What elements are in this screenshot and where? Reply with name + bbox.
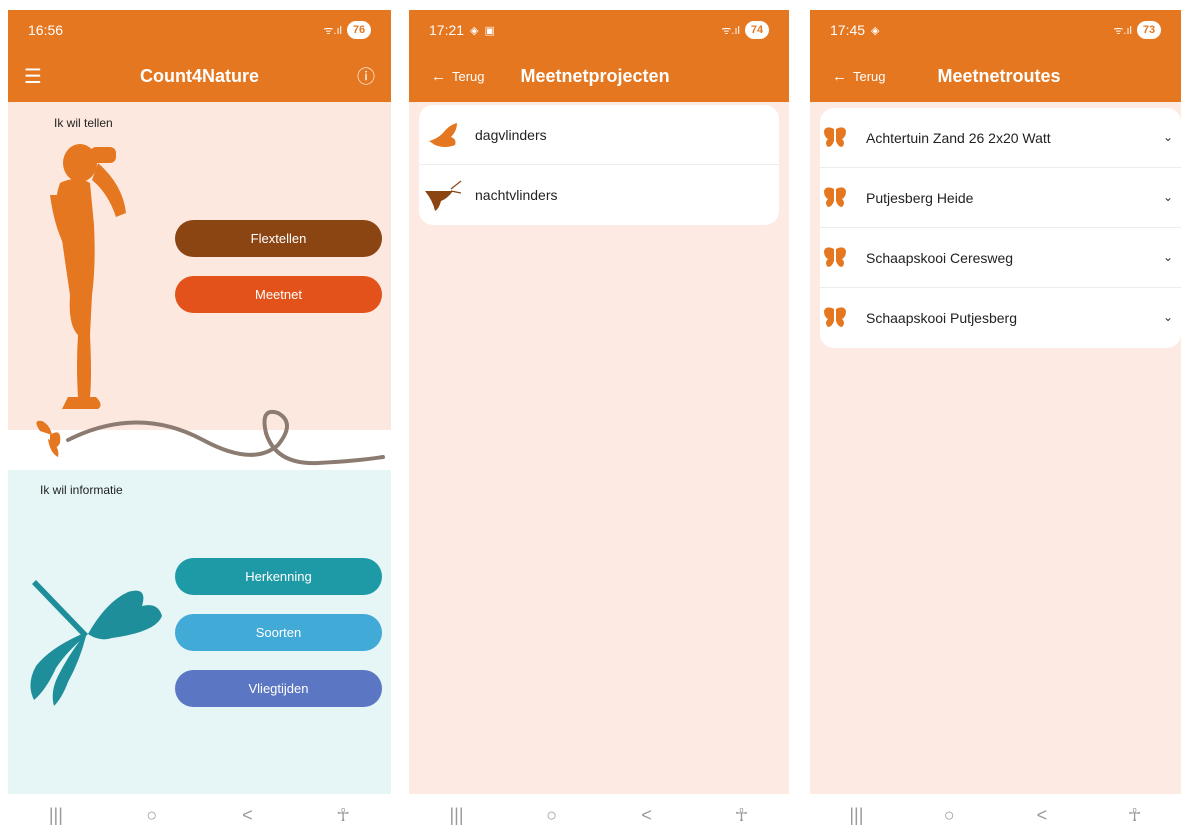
list-item-nachtvlinders[interactable]: nachtvlinders (419, 165, 779, 225)
meetnetroutes-screen: 17:45 ◈ ᯤ.ıl 73 ← Terug Meetnetroutes Ac… (810, 10, 1181, 836)
signal-icon: ᯤ.ıl (1113, 24, 1132, 37)
list-item-label: Achtertuin Zand 26 2x20 Watt (866, 129, 1051, 146)
list-item-route[interactable]: Schaapskooi Putjesberg ⌄ (820, 288, 1181, 348)
back-icon[interactable]: < (1022, 805, 1062, 826)
project-list: dagvlinders nachtvlinders (419, 105, 779, 225)
back-button-label: Terug (853, 68, 886, 84)
flextellen-button[interactable]: Flextellen (175, 220, 382, 257)
herkenning-button[interactable]: Herkenning (175, 558, 382, 595)
butterfly-icon (824, 187, 846, 207)
list-item-route[interactable]: Schaapskooi Ceresweg ⌄ (820, 228, 1181, 288)
count-section-label: Ik wil tellen (54, 116, 113, 130)
status-time: 16:56 (28, 22, 64, 38)
back-button-label: Terug (452, 68, 485, 84)
list-item-label: Schaapskooi Putjesberg (866, 310, 1017, 326)
list-item-route[interactable]: Achtertuin Zand 26 2x20 Watt ⌄ (820, 108, 1181, 168)
home-screen: 16:56 ᯤ.ıl 76 ☰ Count4Nature ⓘ Ik wil te… (8, 10, 391, 836)
status-bar: 16:56 ᯤ.ıl 76 (8, 10, 391, 50)
accessibility-icon[interactable]: ☥ (722, 805, 762, 826)
list-item-route[interactable]: Putjesberg Heide ⌄ (820, 168, 1181, 228)
chevron-down-icon[interactable]: ⌄ (1163, 250, 1173, 264)
system-nav-bar: ||| ○ < ☥ (409, 794, 789, 836)
arrow-left-icon: ← (431, 67, 446, 85)
route-list: Achtertuin Zand 26 2x20 Watt ⌄ Putjesber… (820, 108, 1181, 348)
notification-icon: ◈ (470, 24, 479, 37)
list-item-label: nachtvlinders (475, 187, 558, 203)
battery-icon: 74 (745, 21, 769, 39)
recents-icon[interactable]: ||| (437, 805, 477, 826)
chevron-down-icon[interactable]: ⌄ (1163, 310, 1173, 324)
arrow-left-icon: ← (832, 67, 847, 85)
status-time: 17:21 (429, 22, 465, 38)
home-icon[interactable]: ○ (929, 805, 969, 826)
info-section-label: Ik wil informatie (40, 483, 123, 497)
info-icon[interactable]: ⓘ (357, 63, 375, 89)
system-nav-bar: ||| ○ < ☥ (8, 794, 391, 836)
vliegtijden-button[interactable]: Vliegtijden (175, 670, 382, 707)
notification-icon: ◈ (871, 24, 880, 37)
chevron-down-icon[interactable]: ⌄ (1163, 190, 1173, 204)
page-title: Meetnetroutes (937, 65, 1061, 86)
back-icon[interactable]: < (627, 805, 667, 826)
recents-icon[interactable]: ||| (836, 805, 876, 826)
page-title: Meetnetprojecten (520, 65, 670, 86)
list-item-dagvlinders[interactable]: dagvlinders (419, 105, 779, 165)
dragonfly-illustration (30, 580, 162, 706)
accessibility-icon[interactable]: ☥ (323, 805, 363, 826)
butterfly-icon (429, 123, 457, 147)
meetnetprojecten-screen: 17:21 ◈ ▣ ᯤ.ıl 74 ← Terug Meetnetproject… (409, 10, 789, 836)
butterfly-flight-path-illustration (36, 410, 385, 466)
app-bar: ☰ Count4Nature ⓘ (8, 50, 391, 102)
list-item-label: Putjesberg Heide (866, 189, 974, 206)
battery-icon: 76 (347, 21, 371, 39)
page-title: Count4Nature (139, 65, 259, 86)
status-bar: 17:21 ◈ ▣ ᯤ.ıl 74 (409, 10, 789, 50)
butterfly-icon (824, 127, 846, 147)
battery-icon: 73 (1137, 21, 1161, 39)
back-icon[interactable]: < (227, 805, 267, 826)
butterfly-icon (824, 307, 846, 327)
back-button[interactable]: ← Terug (431, 68, 485, 85)
home-icon[interactable]: ○ (532, 805, 572, 826)
signal-icon: ᯤ.ıl (721, 24, 740, 37)
app-bar: ← Terug Meetnetprojecten (409, 50, 789, 102)
status-bar: 17:45 ◈ ᯤ.ıl 73 (810, 10, 1181, 50)
meetnet-button[interactable]: Meetnet (175, 276, 382, 313)
home-icon[interactable]: ○ (132, 805, 172, 826)
screenshot-icon: ▣ (484, 24, 495, 37)
list-item-label: Schaapskooi Ceresweg (866, 249, 1014, 266)
list-item-label: dagvlinders (475, 126, 547, 143)
signal-icon: ᯤ.ıl (323, 24, 342, 37)
person-binoculars-illustration (50, 144, 126, 409)
app-bar: ← Terug Meetnetroutes (810, 50, 1181, 102)
back-button[interactable]: ← Terug (832, 68, 886, 85)
soorten-button[interactable]: Soorten (175, 614, 382, 651)
chevron-down-icon[interactable]: ⌄ (1163, 130, 1173, 144)
status-time: 17:45 (830, 22, 866, 38)
accessibility-icon[interactable]: ☥ (1115, 805, 1155, 826)
moth-icon (425, 180, 462, 211)
system-nav-bar: ||| ○ < ☥ (810, 794, 1181, 836)
recents-icon[interactable]: ||| (36, 805, 76, 826)
butterfly-icon (824, 247, 846, 267)
